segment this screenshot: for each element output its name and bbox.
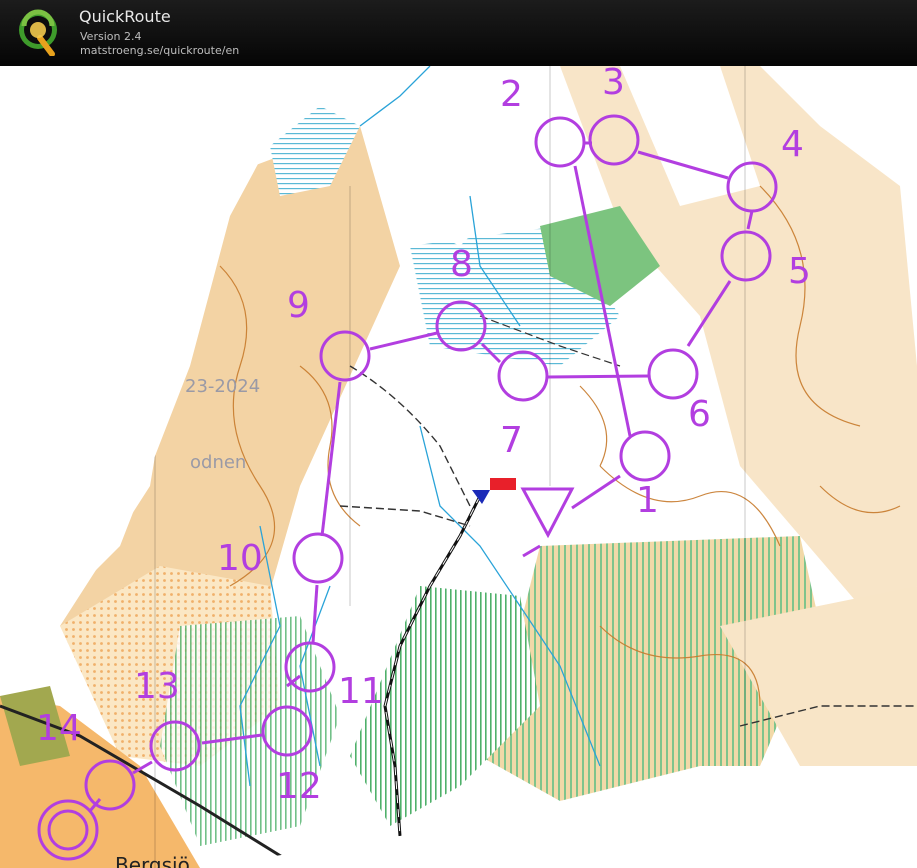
app-url[interactable]: matstroeng.se/quickroute/en: [80, 44, 239, 57]
app-header: QuickRoute Version 2.4 matstroeng.se/qui…: [0, 0, 917, 66]
quickroute-q-logo: [19, 9, 57, 56]
map-label-year: 23-2024: [185, 376, 260, 397]
app-title: QuickRoute: [79, 7, 171, 26]
map-label-town: Bergsjö: [115, 853, 190, 868]
control-number-12: 12: [276, 766, 322, 807]
control-number-11: 11: [338, 671, 384, 712]
control-number-10: 10: [217, 538, 263, 579]
control-number-1: 1: [636, 480, 659, 521]
control-number-14: 14: [36, 708, 82, 749]
control-number-7: 7: [500, 420, 523, 461]
control-number-8: 8: [450, 244, 473, 285]
control-number-5: 5: [788, 251, 811, 292]
control-number-6: 6: [688, 394, 711, 435]
orienteering-map[interactable]: 23-2024 odnen Bergsjö 1 2 3 4 5 6 7 8 9 …: [0, 66, 917, 868]
control-number-3: 3: [602, 66, 625, 103]
control-number-9: 9: [287, 285, 310, 326]
app-version: Version 2.4: [80, 30, 142, 43]
map-label-place: odnen: [190, 452, 246, 473]
map-terrain: [0, 66, 917, 868]
control-number-4: 4: [781, 124, 804, 165]
control-number-13: 13: [134, 666, 180, 707]
control-number-2: 2: [500, 74, 523, 115]
